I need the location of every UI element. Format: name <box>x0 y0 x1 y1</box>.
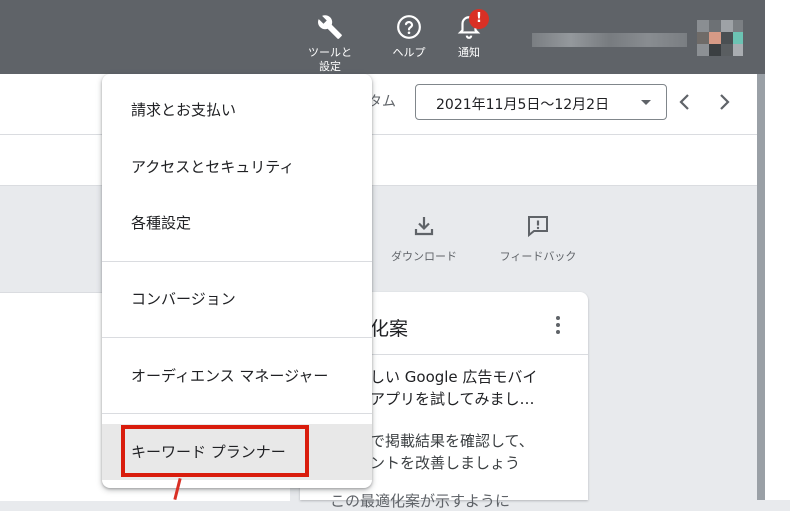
date-range-label: タム <box>368 94 396 110</box>
chevron-left-icon[interactable] <box>673 90 697 114</box>
scrollbar[interactable] <box>757 74 765 500</box>
card-line-3: で掲載結果を確認して、 <box>370 432 534 450</box>
highlight-box <box>121 425 309 477</box>
help-button[interactable]: ヘルプ <box>377 14 441 60</box>
download-button[interactable]: ダウンロード <box>384 214 464 264</box>
menu-divider <box>102 261 372 262</box>
card-line-1: しい Google 広告モバイ <box>370 368 538 386</box>
menu-divider <box>102 337 372 338</box>
notifications-label: 通知 <box>458 46 480 59</box>
card-line-4: ントを改善しましょう <box>370 454 521 472</box>
date-range-select[interactable]: 2021年11月5日〜12月2日 <box>415 84 667 120</box>
card-paragraph-2: で掲載結果を確認して、 ントを改善しましょう <box>370 430 570 474</box>
account-email[interactable] <box>532 33 687 47</box>
help-icon <box>397 15 421 39</box>
menu-item-conversions[interactable]: コンバージョン <box>102 275 372 323</box>
feedback-button[interactable]: フィードバック <box>494 214 582 264</box>
window-edge <box>765 0 790 500</box>
dropdown-arrow-icon <box>641 100 651 105</box>
card-line-5: この最適化案が示すように <box>330 492 511 510</box>
chevron-right-icon[interactable] <box>712 90 736 114</box>
menu-item-audience-manager[interactable]: オーディエンス マネージャー <box>102 352 372 400</box>
download-label: ダウンロード <box>391 250 457 263</box>
card-title: 化案 <box>370 318 409 340</box>
feedback-icon <box>528 216 548 238</box>
date-range-value: 2021年11月5日〜12月2日 <box>436 97 610 113</box>
tools-label: ツールと <box>308 46 352 59</box>
more-vert-icon[interactable] <box>556 316 560 337</box>
download-icon <box>414 217 434 236</box>
menu-item-access-security[interactable]: アクセスとセキュリティ <box>102 143 372 191</box>
tools-label-line2: 設定 <box>319 60 341 73</box>
menu-item-settings[interactable]: 各種設定 <box>102 199 372 247</box>
menu-divider <box>102 413 372 414</box>
notifications-button[interactable]: ! 通知 <box>437 9 501 60</box>
top-bar: ツールと 設定 ヘルプ ! 通知 <box>0 0 765 74</box>
card-paragraph-1: しい Google 広告モバイ アプリを試してみまし… <box>370 366 570 410</box>
wrench-icon <box>318 15 342 39</box>
help-label: ヘルプ <box>392 46 426 59</box>
feedback-label: フィードバック <box>499 250 577 263</box>
card-line-2: アプリを試してみまし… <box>370 390 535 408</box>
menu-item-billing[interactable]: 請求とお支払い <box>102 86 372 134</box>
avatar[interactable] <box>697 20 743 58</box>
tools-and-settings-button[interactable]: ツールと 設定 <box>298 14 362 74</box>
notification-badge: ! <box>469 9 489 29</box>
